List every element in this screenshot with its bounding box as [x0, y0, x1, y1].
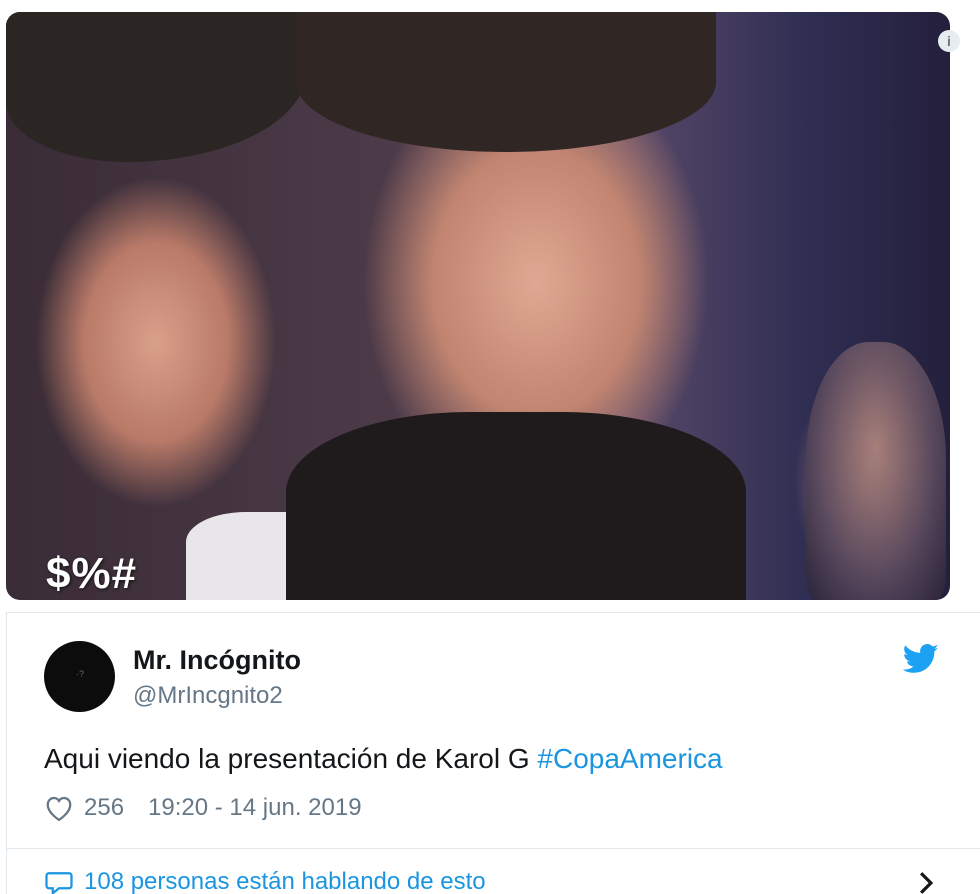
- photo-background-person: [806, 342, 946, 600]
- meme-overlay-text: $%#: [46, 549, 138, 598]
- author-display-name[interactable]: Mr. Incógnito: [133, 645, 301, 676]
- photo-hair-left: [6, 12, 306, 162]
- heart-icon[interactable]: [44, 794, 74, 822]
- avatar[interactable]: ·?: [44, 641, 115, 712]
- conversation-link[interactable]: 108 personas están hablando de esto: [44, 868, 486, 894]
- photo-hair-center: [296, 12, 716, 152]
- info-icon[interactable]: i: [938, 30, 960, 52]
- comment-icon: [45, 872, 73, 894]
- conversation-label: 108 personas están hablando de esto: [84, 868, 486, 894]
- tweet-timestamp[interactable]: 19:20 - 14 jun. 2019: [148, 794, 362, 822]
- twitter-bird-icon[interactable]: [903, 644, 939, 674]
- chevron-right-icon[interactable]: [916, 870, 936, 894]
- author-handle[interactable]: @MrIncgnito2: [133, 682, 283, 710]
- hashtag-link[interactable]: #CopaAmerica: [537, 743, 722, 774]
- card-divider: [6, 848, 980, 849]
- tweet-text-body: Aqui viendo la presentación de Karol G: [44, 743, 538, 774]
- tweet-media-image[interactable]: $%#: [6, 12, 950, 600]
- tweet-text: Aqui viendo la presentación de Karol G #…: [44, 743, 723, 775]
- like-count: 256: [84, 794, 125, 821]
- photo-suit: [286, 412, 746, 600]
- tweet-meta-row: 256 19:20 - 14 jun. 2019: [44, 792, 362, 824]
